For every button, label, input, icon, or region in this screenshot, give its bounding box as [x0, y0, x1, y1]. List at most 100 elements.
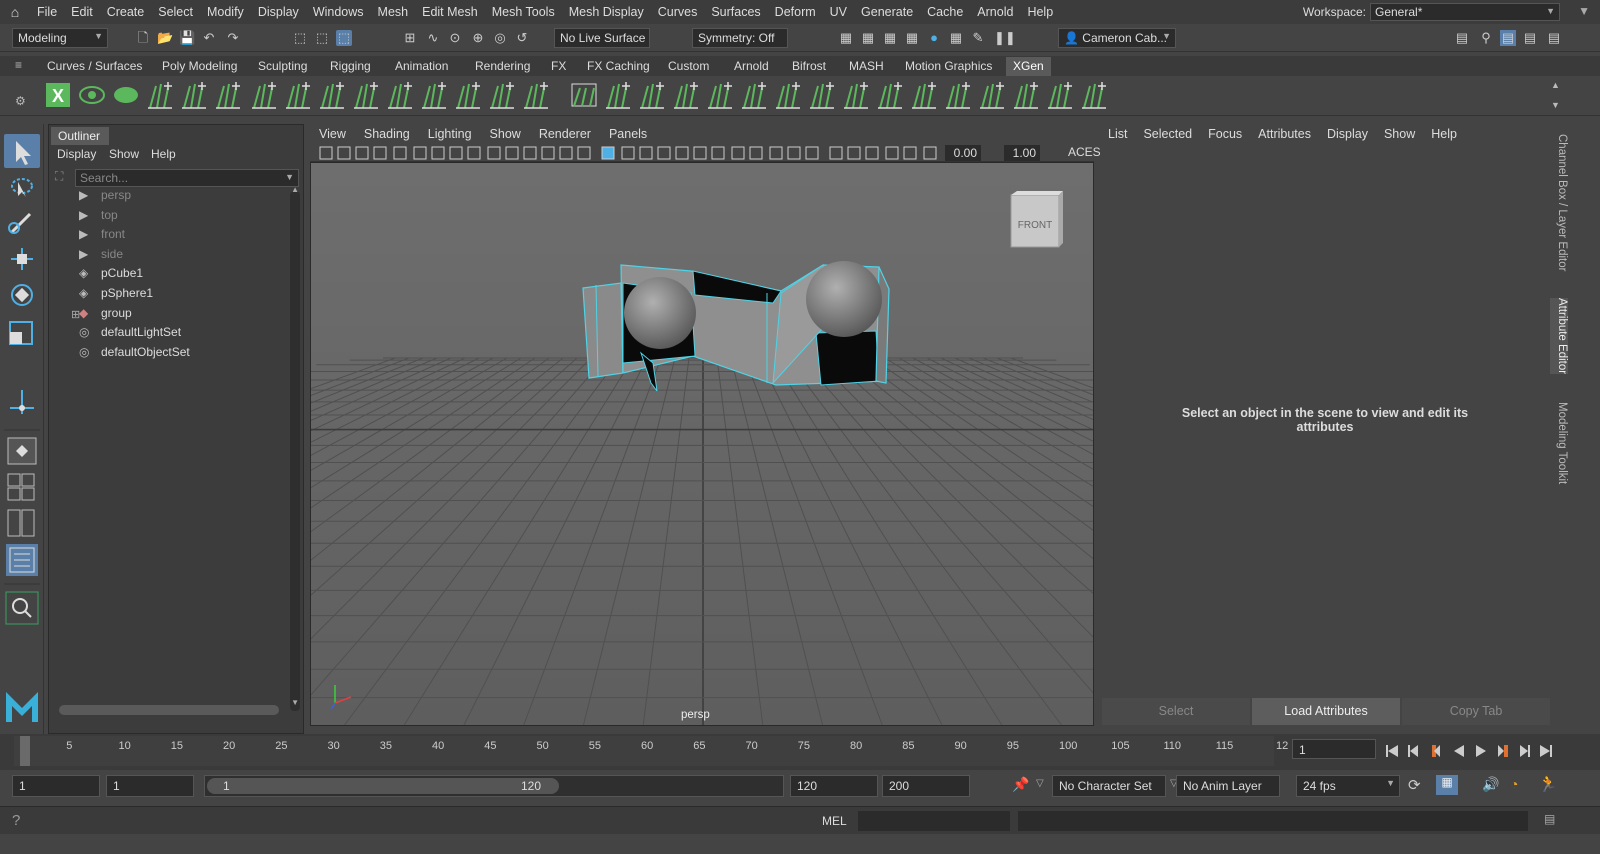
end-frame-field[interactable]: 200 — [882, 775, 970, 797]
menu-mesh-display[interactable]: Mesh Display — [562, 5, 651, 19]
viewport-menu-view[interactable]: View — [310, 127, 355, 141]
save-scene-icon[interactable]: 💾 — [179, 30, 195, 46]
viewport-menu-show[interactable]: Show — [481, 127, 530, 141]
playhead[interactable] — [20, 736, 30, 766]
open-scene-icon[interactable]: 📂 — [157, 30, 173, 46]
anim-layer-dropdown[interactable]: No Anim Layer — [1176, 775, 1280, 797]
xgen-tool-26-icon[interactable] — [912, 82, 936, 109]
attribute-menu-help[interactable]: Help — [1423, 127, 1465, 141]
fps-dropdown[interactable]: 24 fps ▼ — [1296, 775, 1400, 797]
paint-select-tool-icon[interactable] — [8, 212, 32, 234]
tab-attribute-editor[interactable]: Attribute Editor — [1550, 298, 1568, 375]
xgen-tool-27-icon[interactable] — [946, 82, 970, 109]
perspective-viewport[interactable]: FRONT persp — [310, 162, 1094, 726]
xgen-tool-25-icon[interactable] — [878, 82, 902, 109]
scale-tool-icon[interactable] — [9, 321, 33, 345]
viewport-tool-24-icon[interactable] — [749, 146, 763, 160]
new-scene-icon[interactable]: 🗋 — [135, 30, 151, 46]
menu-file[interactable]: File — [30, 5, 64, 19]
viewport-tool-26-icon[interactable] — [787, 146, 801, 160]
xgen-tool-7-icon[interactable] — [252, 82, 276, 109]
viewport-tool-15-icon[interactable] — [577, 146, 591, 160]
psphere1-left[interactable] — [624, 277, 696, 349]
viewport-tool-12-icon[interactable] — [523, 146, 537, 160]
tab-fx[interactable]: FX — [544, 57, 573, 76]
playback-start-field[interactable]: 1 — [106, 775, 194, 797]
outliner-item-defaultobjectset[interactable]: ◎ defaultObjectSet — [79, 343, 190, 361]
menu-display[interactable]: Display — [251, 5, 306, 19]
xgen-tool-5-icon[interactable] — [182, 82, 206, 109]
viewport-tool-27-icon[interactable] — [805, 146, 819, 160]
xgen-tool-19-icon[interactable] — [674, 82, 698, 109]
snap-view-icon[interactable]: ⊕ — [470, 30, 486, 46]
cache-playback-icon[interactable]: ▦ — [1436, 775, 1458, 795]
range-track[interactable]: 1 120 — [204, 775, 784, 797]
viewport-tool-3-icon[interactable] — [355, 146, 369, 160]
step-forward-frame-icon[interactable] — [1498, 745, 1508, 757]
viewport-tool-29-icon[interactable] — [847, 146, 861, 160]
symmetry-dropdown[interactable]: Symmetry: Off — [692, 28, 788, 48]
help-icon[interactable]: ? — [12, 812, 20, 829]
menu-arnold[interactable]: Arnold — [970, 5, 1020, 19]
xgen-tool-12-icon[interactable] — [422, 82, 446, 109]
menu-modify[interactable]: Modify — [200, 5, 251, 19]
xgen-tool-31-icon[interactable] — [1082, 82, 1106, 109]
time-slider[interactable]: 1510152025303540455055606570758085909510… — [0, 734, 1600, 770]
outliner-item-top[interactable]: ▶ top — [79, 206, 118, 224]
psphere1-right[interactable] — [806, 261, 882, 337]
workspace-dropdown[interactable]: General* ▼ — [1370, 3, 1560, 21]
viewcube[interactable] — [1010, 191, 1063, 248]
script-editor-icon[interactable]: ▤ — [1544, 812, 1555, 826]
snap-grid-icon[interactable]: ⊞ — [402, 30, 418, 46]
menu-surfaces[interactable]: Surfaces — [704, 5, 767, 19]
color-space-label[interactable]: ACES — [1068, 145, 1101, 159]
filter-icon[interactable]: ⛶ — [55, 169, 63, 184]
menu-curves[interactable]: Curves — [651, 5, 705, 19]
loop-icon[interactable]: ⟳ — [1408, 776, 1421, 794]
select-button[interactable]: Select — [1102, 698, 1250, 725]
anim-prefs-icon[interactable]: ◔ — [1510, 776, 1518, 792]
xgen-tool-14-icon[interactable] — [490, 82, 514, 109]
viewport-tool-30-icon[interactable] — [865, 146, 879, 160]
home-icon[interactable]: ⌂ — [0, 4, 30, 20]
range-bar[interactable] — [207, 778, 559, 794]
viewport-tool-9-icon[interactable] — [467, 146, 481, 160]
playback-end-field[interactable]: 120 — [790, 775, 878, 797]
start-frame-field[interactable]: 1 — [12, 775, 100, 797]
menu-edit-mesh[interactable]: Edit Mesh — [415, 5, 485, 19]
viewport-tool-10-icon[interactable] — [487, 146, 501, 160]
gamma-field[interactable]: 1.00 — [1004, 145, 1040, 161]
viewport-tool-21-icon[interactable] — [693, 146, 707, 160]
viewport-tool-31-icon[interactable] — [885, 146, 899, 160]
outliner-hscrollbar[interactable] — [59, 705, 279, 715]
lasso-tool-icon[interactable] — [11, 178, 33, 197]
outliner-tab[interactable]: Outliner — [51, 127, 109, 145]
render-view-icon[interactable]: ▦ — [838, 30, 854, 46]
xgen-tool-13-icon[interactable] — [456, 82, 480, 109]
live-surface-field[interactable]: No Live Surface — [554, 28, 650, 48]
viewport-tool-6-icon[interactable] — [413, 146, 427, 160]
outliner-vscrollbar[interactable] — [290, 191, 300, 711]
xgen-tool-21-icon[interactable] — [742, 82, 766, 109]
viewport-tool-13-icon[interactable] — [541, 146, 555, 160]
play-backwards-icon[interactable] — [1454, 745, 1464, 757]
channel-box-icon[interactable]: ▤ — [1546, 30, 1562, 46]
xgen-tool-18-icon[interactable] — [640, 82, 664, 109]
xgen-tool-10-icon[interactable] — [354, 82, 378, 109]
viewport-tool-1-icon[interactable] — [319, 146, 333, 160]
account-dropdown[interactable]: 👤 Cameron Cab... ▼ — [1058, 28, 1176, 48]
command-language-label[interactable]: MEL — [822, 814, 847, 828]
menu-mesh[interactable]: Mesh — [371, 5, 416, 19]
tab-rendering[interactable]: Rendering — [468, 57, 537, 76]
menuset-dropdown[interactable]: Modeling ▼ — [12, 28, 108, 48]
viewport-menu-shading[interactable]: Shading — [355, 127, 419, 141]
character-controls-icon[interactable]: 🏃 — [1538, 774, 1558, 794]
load-attributes-button[interactable]: Load Attributes — [1252, 698, 1400, 725]
menu-edit[interactable]: Edit — [64, 5, 100, 19]
go-to-end-icon[interactable] — [1540, 745, 1552, 757]
xgen-tool-24-icon[interactable] — [844, 82, 868, 109]
attribute-editor-icon[interactable]: ▤ — [1500, 30, 1516, 46]
viewport-tool-4-icon[interactable] — [373, 146, 387, 160]
tab-fx-caching[interactable]: FX Caching — [580, 57, 657, 76]
soft-mod-tool-icon[interactable] — [10, 390, 34, 414]
